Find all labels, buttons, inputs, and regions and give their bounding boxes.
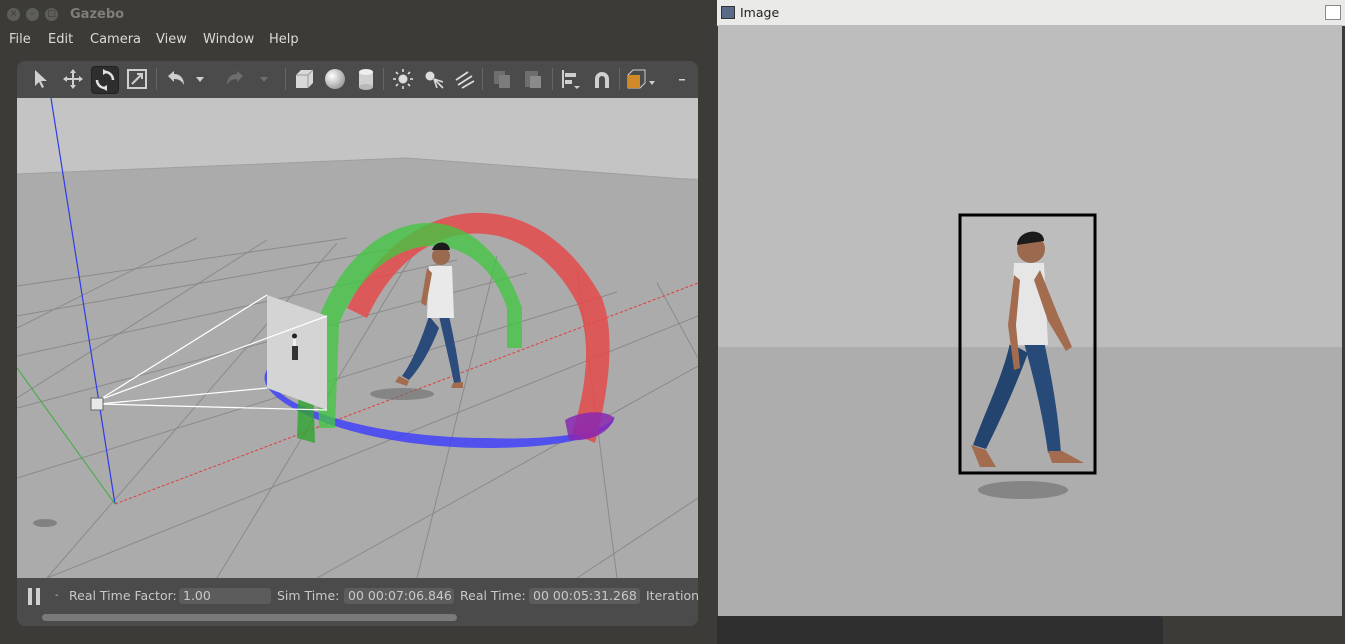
menu-window[interactable]: Window	[203, 32, 254, 47]
spot-light-icon[interactable]	[421, 66, 447, 92]
camera-image-view	[718, 25, 1342, 616]
real-time-factor-label: Real Time Factor:	[69, 588, 177, 603]
camera-image	[718, 25, 1342, 616]
pause-icon[interactable]	[27, 588, 41, 605]
menu-camera[interactable]: Camera	[90, 32, 141, 47]
horizontal-scrollbar[interactable]	[42, 614, 457, 621]
window-title: Gazebo	[70, 7, 125, 22]
camera-model[interactable]	[90, 397, 104, 411]
real-time-factor-value: 1.00	[179, 588, 271, 604]
snap-magnet-icon[interactable]	[589, 66, 615, 92]
paste-icon[interactable]	[520, 66, 546, 92]
redo-history-dropdown-icon[interactable]	[257, 66, 271, 92]
directional-light-icon[interactable]	[452, 66, 478, 92]
rotate-icon[interactable]	[91, 66, 119, 94]
scene-render	[17, 98, 698, 578]
copy-icon[interactable]	[489, 66, 515, 92]
real-time-value: 00 00:05:31.268	[529, 588, 640, 604]
translate-icon[interactable]	[60, 66, 86, 92]
undo-history-dropdown-icon[interactable]	[193, 66, 207, 92]
maximize-window-button[interactable]: □	[45, 8, 58, 21]
box-shape-icon[interactable]	[291, 66, 317, 92]
menu-bar: File Edit Camera View Window Help	[0, 30, 717, 52]
menu-view[interactable]: View	[156, 32, 187, 47]
image-window-bottom-panel	[717, 616, 1163, 644]
image-window-title: Image	[740, 5, 780, 20]
image-window: Image	[717, 0, 1345, 644]
menu-file[interactable]: File	[9, 32, 31, 47]
menu-edit[interactable]: Edit	[48, 32, 73, 47]
point-light-icon[interactable]	[390, 66, 416, 92]
gazebo-window: × – □ Gazebo File Edit Camera View Windo…	[0, 0, 717, 644]
undo-icon[interactable]	[162, 66, 188, 92]
menu-help[interactable]: Help	[269, 32, 299, 47]
gazebo-titlebar[interactable]: × – □ Gazebo	[0, 0, 717, 30]
sphere-shape-icon[interactable]	[322, 66, 348, 92]
iterations-label: Iteration	[646, 588, 700, 603]
scale-icon[interactable]	[124, 66, 150, 92]
image-window-maximize-button[interactable]	[1325, 5, 1341, 20]
cylinder-shape-icon[interactable]	[353, 66, 379, 92]
toolbar-overflow-icon[interactable]	[675, 66, 689, 92]
minimize-window-button[interactable]: –	[26, 8, 39, 21]
step-button[interactable]: -	[55, 590, 59, 601]
close-window-button[interactable]: ×	[7, 8, 20, 21]
sim-time-label: Sim Time:	[277, 588, 340, 603]
redo-icon[interactable]	[223, 66, 249, 92]
real-time-label: Real Time:	[460, 588, 526, 603]
status-bar: - Real Time Factor: 1.00 Sim Time: 00 00…	[17, 578, 700, 626]
change-view-angle-icon[interactable]	[624, 66, 658, 92]
align-icon[interactable]	[558, 66, 584, 92]
toolbar	[17, 61, 698, 98]
image-window-icon	[721, 6, 735, 19]
3d-viewport[interactable]	[17, 98, 698, 578]
image-titlebar[interactable]: Image	[717, 0, 1345, 26]
sim-time-value: 00 00:07:06.846	[344, 588, 454, 604]
select-arrow-icon[interactable]	[29, 66, 55, 92]
